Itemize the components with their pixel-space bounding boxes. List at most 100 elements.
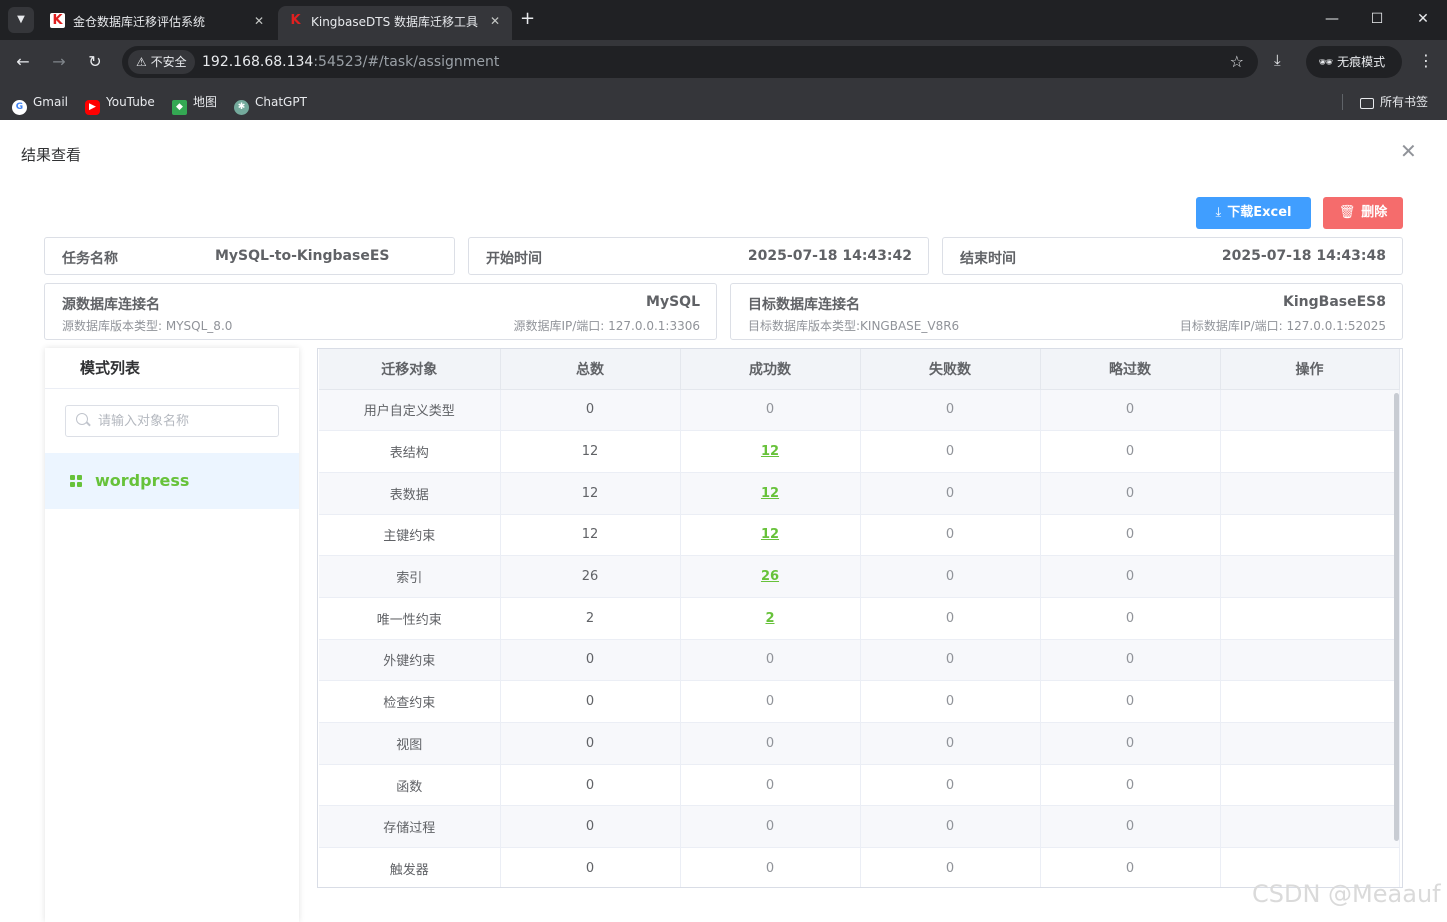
chatgpt-icon: ✱ xyxy=(234,100,249,115)
bookmark-gmail[interactable]: G Gmail xyxy=(12,93,68,115)
trash-icon: 🗑 xyxy=(1338,205,1356,220)
object-cell: 索引 xyxy=(319,555,501,598)
object-cell: 函数 xyxy=(319,764,501,807)
minimize-icon[interactable]: — xyxy=(1322,9,1342,29)
table-header-row: 迁移对象 总数 成功数 失败数 略过数 操作 xyxy=(319,349,1400,390)
dialog-close-icon[interactable]: ✕ xyxy=(1400,140,1417,162)
target-db-label: 目标数据库连接名 xyxy=(748,297,860,313)
browser-menu-icon[interactable]: ⋮ xyxy=(1418,51,1434,70)
tab-search-button[interactable]: ▼ xyxy=(8,7,34,33)
failed-cell: 0 xyxy=(860,389,1041,432)
schema-item-wordpress[interactable]: wordpress xyxy=(45,453,299,509)
target-db-version: 目标数据库版本类型:KINGBASE_V8R6 xyxy=(748,319,960,333)
start-time-card: 开始时间 2025-07-18 14:43:42 xyxy=(468,237,929,275)
security-indicator[interactable]: ⚠ 不安全 xyxy=(128,50,195,74)
failed-cell: 0 xyxy=(860,764,1041,807)
failed-cell: 0 xyxy=(860,722,1041,765)
tab-title: 金仓数据库迁移评估系统 xyxy=(73,15,206,29)
table-row: 索引 26 26 0 0 xyxy=(319,555,1400,598)
skipped-cell: 0 xyxy=(1040,680,1221,723)
csdn-watermark: CSDN @Meaauf xyxy=(1252,880,1441,908)
column-header: 迁移对象 xyxy=(319,349,501,390)
action-cell xyxy=(1220,389,1400,432)
table-row: 主键约束 12 12 0 0 xyxy=(319,514,1400,557)
total-cell: 12 xyxy=(500,472,681,515)
delete-button[interactable]: 🗑 删除 xyxy=(1323,197,1403,229)
new-tab-button[interactable]: + xyxy=(520,8,535,30)
skipped-cell: 0 xyxy=(1040,805,1221,849)
object-search-input[interactable] xyxy=(98,406,274,436)
skipped-cell: 0 xyxy=(1040,389,1221,432)
success-cell: 0 xyxy=(680,764,861,807)
download-excel-button[interactable]: ⤓ 下载Excel xyxy=(1196,197,1311,229)
end-time-value: 2025-07-18 14:43:48 xyxy=(1221,248,1386,264)
warning-icon: ⚠ xyxy=(136,55,151,69)
skipped-cell: 0 xyxy=(1040,555,1221,598)
skipped-cell: 0 xyxy=(1040,472,1221,515)
success-cell: 0 xyxy=(680,722,861,765)
success-count-link[interactable]: 12 xyxy=(680,472,861,515)
target-db-card: 目标数据库连接名 KingBaseES8 目标数据库版本类型:KINGBASE_… xyxy=(730,283,1403,340)
bookmark-star-icon[interactable]: ☆ xyxy=(1230,46,1244,78)
tab-close-icon[interactable]: ✕ xyxy=(490,6,500,36)
url-text[interactable]: 192.168.68.134:54523/#/task/assignment xyxy=(202,46,499,78)
reload-icon[interactable]: ↻ xyxy=(84,51,106,73)
total-cell: 12 xyxy=(500,430,681,473)
end-time-label: 结束时间 xyxy=(960,251,1016,267)
browser-tab-kingbase-dts[interactable]: K KingbaseDTS 数据库迁移工具 ✕ xyxy=(278,6,512,40)
success-count-link[interactable]: 12 xyxy=(680,514,861,557)
total-cell: 0 xyxy=(500,847,681,887)
grid-icon xyxy=(70,475,83,488)
kingbase-favicon-icon: K xyxy=(50,13,65,28)
table-row: 外键约束 0 0 0 0 xyxy=(319,639,1400,682)
skipped-cell: 0 xyxy=(1040,597,1221,640)
forward-arrow-icon[interactable]: → xyxy=(48,51,70,73)
failed-cell: 0 xyxy=(860,472,1041,515)
action-cell xyxy=(1220,514,1400,557)
google-icon: G xyxy=(12,100,27,115)
bookmark-chatgpt[interactable]: ✱ ChatGPT xyxy=(234,93,307,115)
object-cell: 表数据 xyxy=(319,472,501,515)
failed-cell: 0 xyxy=(860,847,1041,887)
failed-cell: 0 xyxy=(860,597,1041,640)
source-db-card: 源数据库连接名 MySQL 源数据库版本类型: MYSQL_8.0 源数据库IP… xyxy=(44,283,717,340)
success-cell: 0 xyxy=(680,639,861,682)
object-search-field[interactable] xyxy=(65,405,279,437)
column-header: 略过数 xyxy=(1040,349,1221,390)
table-scrollbar[interactable] xyxy=(1394,393,1399,841)
success-cell: 0 xyxy=(680,847,861,887)
download-icon[interactable]: ⤓ xyxy=(1274,51,1281,69)
browser-tab-strip: ▼ K 金仓数据库迁移评估系统 ✕ K KingbaseDTS 数据库迁移工具 … xyxy=(0,0,1447,40)
bookmark-maps[interactable]: ◆ 地图 xyxy=(172,93,217,115)
source-db-version: 源数据库版本类型: MYSQL_8.0 xyxy=(62,319,233,333)
action-cell xyxy=(1220,805,1400,849)
tab-title: KingbaseDTS 数据库迁移工具 xyxy=(311,15,479,29)
bookmark-youtube[interactable]: ▶ YouTube xyxy=(85,93,155,115)
object-cell: 存储过程 xyxy=(319,805,501,849)
address-bar[interactable]: ⚠ 不安全 192.168.68.134:54523/#/task/assign… xyxy=(122,46,1258,78)
back-arrow-icon[interactable]: ← xyxy=(12,51,34,73)
start-time-label: 开始时间 xyxy=(486,251,542,267)
success-count-link[interactable]: 12 xyxy=(680,430,861,473)
action-cell xyxy=(1220,597,1400,640)
browser-tab-migration-eval[interactable]: K 金仓数据库迁移评估系统 ✕ xyxy=(40,6,276,40)
youtube-icon: ▶ xyxy=(85,100,100,115)
action-cell xyxy=(1220,722,1400,765)
column-header: 成功数 xyxy=(680,349,861,390)
action-cell xyxy=(1220,430,1400,473)
failed-cell: 0 xyxy=(860,555,1041,598)
column-header: 失败数 xyxy=(860,349,1041,390)
table-row: 存储过程 0 0 0 0 xyxy=(319,805,1400,849)
task-name-card: 任务名称 MySQL-to-KingbaseES xyxy=(44,237,455,275)
tab-close-icon[interactable]: ✕ xyxy=(254,6,264,36)
table-row: 视图 0 0 0 0 xyxy=(319,722,1400,765)
success-count-link[interactable]: 2 xyxy=(680,597,861,640)
incognito-indicator[interactable]: 🕶 无痕模式 xyxy=(1306,46,1402,78)
all-bookmarks-folder[interactable]: 所有书签 xyxy=(1360,93,1428,111)
maximize-icon[interactable]: ☐ xyxy=(1367,9,1387,29)
object-cell: 外键约束 xyxy=(319,639,501,682)
success-count-link[interactable]: 26 xyxy=(680,555,861,598)
table-row: 表数据 12 12 0 0 xyxy=(319,472,1400,515)
table-row: 触发器 0 0 0 0 xyxy=(319,847,1400,887)
window-close-icon[interactable]: ✕ xyxy=(1413,9,1433,29)
